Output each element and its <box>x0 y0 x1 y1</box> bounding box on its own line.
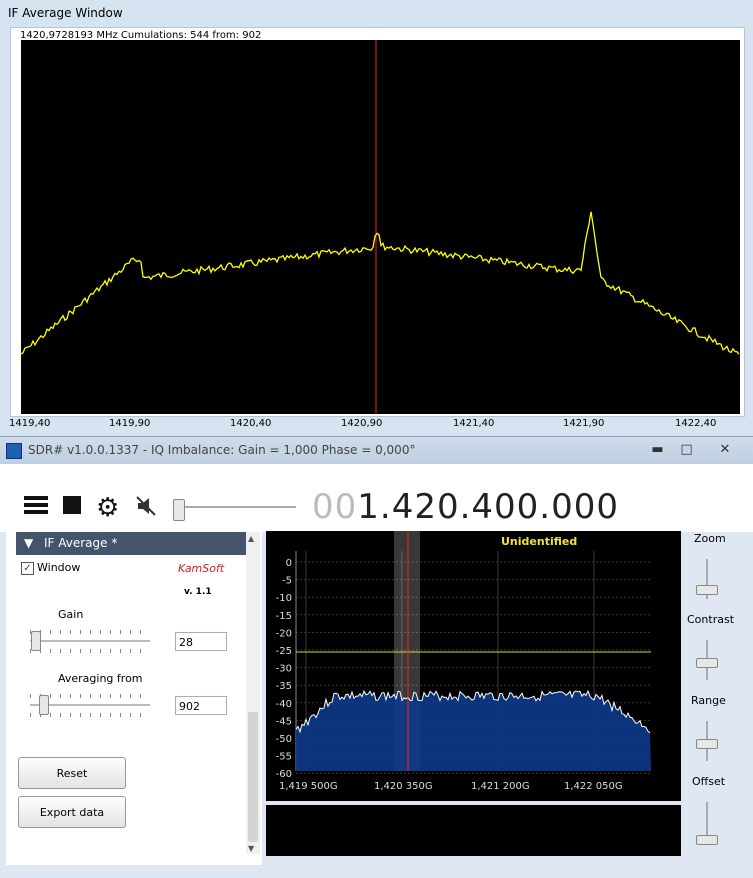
spectrum-fill <box>296 691 651 771</box>
spectrum-y-tick: -55 <box>276 752 292 763</box>
stop-icon[interactable] <box>63 496 81 514</box>
spectrum-y-tick: -40 <box>276 699 292 710</box>
spectrum-y-tick: -30 <box>276 664 292 675</box>
gain-slider-ticks <box>30 630 150 634</box>
spectrum-y-tick: -10 <box>276 593 292 604</box>
volume-slider-thumb[interactable] <box>173 499 185 521</box>
spectrum-y-axis: 0 -5 -10 -15 -20 -25 -30 -35 -40 -45 -50 -55 -60 <box>276 558 292 780</box>
spectrum-x-tick: 1,422 050G <box>564 781 623 792</box>
range-label: Range <box>691 694 726 707</box>
if-average-window-title: IF Average Window <box>8 6 123 20</box>
if-average-panel: ▼ IF Average * ✓ Window KamSoft v. 1.1 G… <box>6 532 262 865</box>
gain-slider-track <box>30 640 150 642</box>
gain-label: Gain <box>58 608 84 621</box>
frequency-digits: 1.420.400.000 <box>357 487 620 527</box>
spectrum-y-tick: -5 <box>282 576 292 587</box>
close-button[interactable]: ✕ <box>705 440 745 458</box>
reset-button[interactable]: Reset <box>18 757 126 789</box>
minimize-button[interactable]: ▬ <box>644 440 671 458</box>
mute-icon[interactable] <box>135 495 157 517</box>
gain-slider-ticks <box>30 649 150 653</box>
panel-header-label: IF Average * <box>44 536 118 550</box>
window-title: SDR# v1.0.0.1337 - IQ Imbalance: Gain = … <box>28 443 416 457</box>
menu-icon[interactable] <box>24 494 48 516</box>
window-checkbox-label: Window <box>37 561 81 574</box>
spectrum-y-tick: 0 <box>286 558 292 569</box>
if-average-trace <box>21 211 740 355</box>
gain-slider-thumb[interactable] <box>31 631 41 651</box>
zoom-slider-thumb[interactable] <box>696 585 718 595</box>
x-tick-label: 1420,90 <box>341 418 383 429</box>
waterfall-display[interactable] <box>266 805 681 856</box>
averaging-input[interactable]: 902 <box>175 696 227 715</box>
frequency-display[interactable]: 001.420.400.000 <box>312 487 619 527</box>
app-icon <box>6 443 22 459</box>
spectrum-y-tick: -45 <box>276 716 292 727</box>
window-checkbox[interactable]: ✓ <box>21 562 34 575</box>
title-bar[interactable]: SDR# v1.0.0.1337 - IQ Imbalance: Gain = … <box>0 437 753 464</box>
offset-label: Offset <box>692 775 726 788</box>
averaging-label: Averaging from <box>58 672 143 685</box>
spectrum-y-tick: -15 <box>276 611 292 622</box>
if-average-trace-svg <box>21 40 740 414</box>
contrast-label: Contrast <box>687 613 735 626</box>
panel-scrollbar[interactable]: ▲ ▼ <box>246 532 260 854</box>
gain-input[interactable]: 28 <box>175 632 227 651</box>
x-tick-label: 1422,40 <box>675 418 717 429</box>
sdr-main-window: SDR# v1.0.0.1337 - IQ Imbalance: Gain = … <box>0 436 753 878</box>
version-label: v. 1.1 <box>184 587 212 597</box>
kamsoft-brand: KamSoft <box>178 562 225 575</box>
volume-slider-track <box>178 506 296 508</box>
spectrum-y-tick: -60 <box>276 769 292 780</box>
scroll-up-arrow-icon[interactable]: ▲ <box>248 534 254 543</box>
maximize-button[interactable]: □ <box>673 440 700 458</box>
x-tick-label: 1419,90 <box>109 418 151 429</box>
spectrum-x-tick: 1,420 350G <box>374 781 433 792</box>
frequency-leading-digits: 00 <box>312 487 358 527</box>
spectrum-svg: 0 -5 -10 -15 -20 -25 -30 -35 -40 -45 -50 -55 -60 <box>276 531 651 780</box>
gear-icon[interactable]: ⚙ <box>96 493 119 523</box>
plot-canvas[interactable] <box>21 40 740 414</box>
station-name: Unidentified <box>501 535 578 548</box>
export-data-button[interactable]: Export data <box>18 796 126 828</box>
x-tick-label: 1421,90 <box>563 418 605 429</box>
averaging-slider-thumb[interactable] <box>39 695 49 715</box>
if-average-header[interactable]: ▼ IF Average * <box>16 532 246 555</box>
scroll-down-arrow-icon[interactable]: ▼ <box>248 844 254 853</box>
range-slider-thumb[interactable] <box>696 739 718 749</box>
x-tick-label: 1421,40 <box>453 418 495 429</box>
if-average-plot: 1420,9728193 MHz Cumulations: 544 from: … <box>9 27 745 429</box>
spectrum-x-tick: 1,419 500G <box>279 781 338 792</box>
x-tick-label: 1419,40 <box>9 418 51 429</box>
spectrum-x-tick: 1,421 200G <box>471 781 530 792</box>
spectrum-y-tick: -50 <box>276 734 292 745</box>
spectrum-analyzer[interactable]: 0 -5 -10 -15 -20 -25 -30 -35 -40 -45 -50 -55 -60 Uni… <box>266 531 681 801</box>
spectrum-y-tick: -20 <box>276 628 292 639</box>
collapse-arrow-icon: ▼ <box>24 536 34 550</box>
scrollbar-thumb[interactable] <box>248 712 258 842</box>
x-tick-label: 1420,40 <box>230 418 272 429</box>
contrast-slider-thumb[interactable] <box>696 658 718 668</box>
if-average-window: IF Average Window 1420,9728193 MHz Cumul… <box>0 0 753 437</box>
spectrum-y-tick: -25 <box>276 646 292 657</box>
offset-slider-thumb[interactable] <box>696 835 718 845</box>
spectrum-y-tick: -35 <box>276 681 292 692</box>
zoom-label: Zoom <box>694 532 726 545</box>
